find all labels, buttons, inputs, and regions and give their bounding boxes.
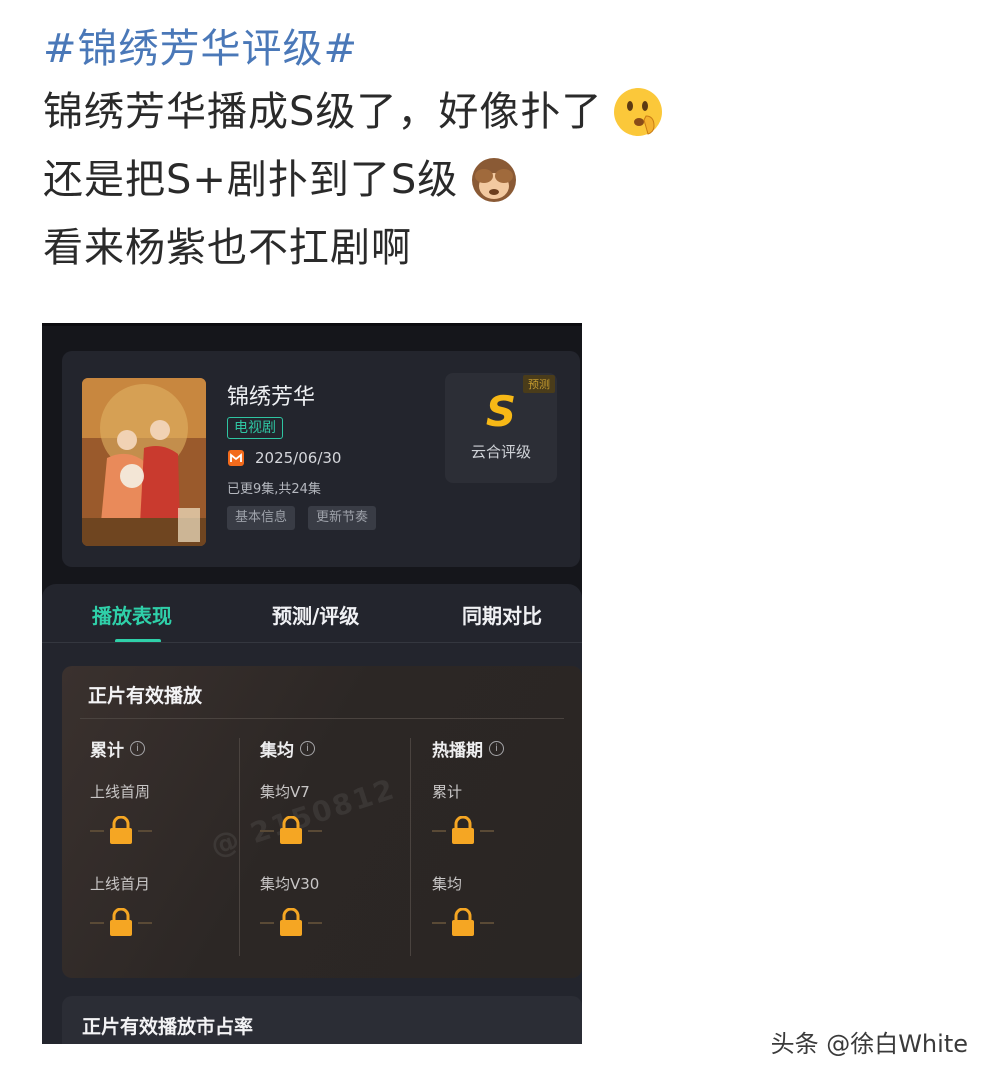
info-icon[interactable]: i	[489, 741, 504, 756]
update-schedule-button[interactable]: 更新节奏	[308, 506, 377, 530]
metric-label: 累计	[432, 783, 463, 801]
lock-icon[interactable]	[260, 907, 322, 938]
lock-icon[interactable]	[432, 907, 494, 938]
hashtag-link[interactable]: #锦绣芳华评级#	[43, 20, 963, 78]
metric-label: 上线首周	[90, 783, 151, 801]
show-info-card: 锦绣芳华 电视剧 2025/06/30 已更9集,共24集 基本信息 更新节奏 …	[62, 351, 580, 567]
column-header-label: 累计	[90, 741, 124, 761]
lock-icon[interactable]	[90, 815, 152, 846]
lock-icon[interactable]	[432, 815, 494, 846]
post-line-3-text: 看来杨紫也不扛剧啊	[43, 225, 412, 271]
episode-count: 已更9集,共24集	[227, 482, 321, 497]
grade-box[interactable]: 预测 S 云合评级	[445, 373, 557, 483]
type-tag: 电视剧	[227, 417, 283, 439]
column-header: 累计 i	[90, 736, 250, 761]
metric-column-cumulative: 累计 i 上线首周 上线首月	[90, 736, 250, 956]
source-watermark: 头条 @徐白White	[770, 1030, 968, 1058]
playback-panel: 正片有效播放 @ 2150812 累计 i 上线首周 上线首月 集均 i 集均V…	[62, 666, 582, 978]
column-header: 集均 i	[260, 736, 420, 761]
show-poster[interactable]	[82, 378, 206, 546]
post-line-2: 还是把S+剧扑到了S级	[43, 146, 963, 214]
post-text: #锦绣芳华评级# 锦绣芳华播成S级了，好像扑了 还是把S+剧扑到了S级 看来杨紫…	[43, 20, 963, 282]
tab-comparison[interactable]: 同期对比	[462, 600, 542, 629]
metric-label: 集均V30	[260, 875, 320, 893]
release-date-row: 2025/06/30	[227, 449, 341, 467]
show-title: 锦绣芳华	[227, 385, 316, 410]
tab-divider	[42, 642, 582, 643]
shushing-face-icon	[610, 84, 666, 140]
app-screenshot: 锦绣芳华 电视剧 2025/06/30 已更9集,共24集 基本信息 更新节奏 …	[42, 323, 582, 1044]
panel-title: 正片有效播放	[88, 685, 203, 707]
grade-letter: S	[485, 387, 517, 436]
basic-info-button[interactable]: 基本信息	[227, 506, 296, 530]
tabs-area: 播放表现 预测/评级 同期对比 正片有效播放 @ 2150812 累计 i 上线…	[42, 584, 582, 1044]
panel-title: 正片有效播放市占率	[82, 1016, 254, 1038]
metric-label: 集均V7	[260, 783, 310, 801]
metric-column-average: 集均 i 集均V7 集均V30	[260, 736, 420, 956]
release-date: 2025/06/30	[255, 449, 342, 467]
mango-tv-icon	[227, 449, 245, 467]
metric-label: 集均	[432, 875, 463, 893]
info-icon[interactable]: i	[300, 741, 315, 756]
lock-icon[interactable]	[90, 907, 152, 938]
post-line-3: 看来杨紫也不扛剧啊	[43, 214, 963, 282]
grade-label: 云合评级	[470, 443, 531, 461]
column-header-label: 热播期	[432, 741, 483, 761]
post-line-1: 锦绣芳华播成S级了，好像扑了	[43, 78, 963, 146]
panel-divider	[80, 718, 564, 719]
metric-column-peak: 热播期 i 累计 集均	[432, 736, 582, 956]
lock-icon[interactable]	[260, 815, 322, 846]
column-header-label: 集均	[260, 741, 294, 761]
post-line-2-text: 还是把S+剧扑到了S级	[43, 157, 459, 203]
post-line-1-text: 锦绣芳华播成S级了，好像扑了	[43, 89, 603, 135]
see-no-evil-monkey-icon	[466, 152, 522, 208]
info-icon[interactable]: i	[130, 741, 145, 756]
tab-forecast[interactable]: 预测/评级	[272, 600, 359, 629]
column-header: 热播期 i	[432, 736, 582, 761]
metric-label: 上线首月	[90, 875, 151, 893]
market-share-panel: 正片有效播放市占率	[62, 996, 582, 1044]
tab-playback[interactable]: 播放表现	[92, 600, 172, 629]
